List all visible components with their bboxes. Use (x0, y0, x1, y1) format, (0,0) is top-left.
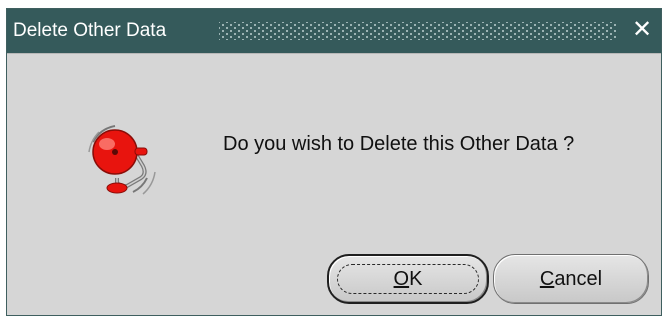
ok-button[interactable]: OK (327, 254, 489, 304)
cancel-label-rest: ancel (554, 267, 603, 290)
delete-confirm-dialog: Delete Other Data ✕ Do you wish to Delet… (6, 8, 662, 316)
ok-button-label: OK (394, 268, 423, 291)
cancel-button[interactable]: Cancel (493, 254, 649, 304)
alarm-bell-icon (88, 125, 156, 195)
cancel-button-label: Cancel (540, 268, 602, 291)
close-icon[interactable]: ✕ (629, 17, 655, 43)
title-bar-grip-pattern (219, 22, 617, 40)
dialog-title: Delete Other Data (13, 20, 167, 41)
ok-mnemonic: O (393, 267, 410, 290)
cancel-mnemonic: C (539, 267, 555, 290)
confirmation-message: Do you wish to Delete this Other Data ? (223, 133, 575, 155)
ok-label-rest: K (409, 267, 423, 290)
dialog-body: Do you wish to Delete this Other Data ? … (7, 53, 661, 315)
title-bar[interactable]: Delete Other Data ✕ (7, 9, 661, 53)
